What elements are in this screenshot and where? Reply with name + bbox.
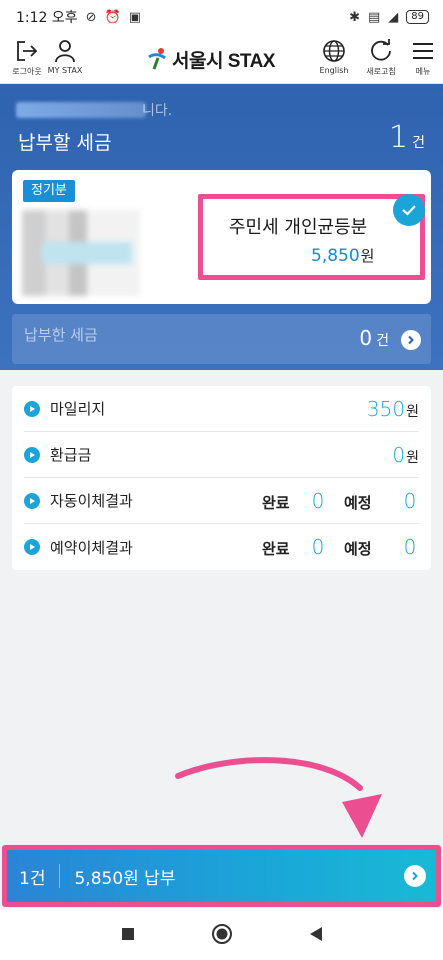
- autopay-sched-value: 0: [403, 488, 417, 513]
- reserved-transfer-row[interactable]: 예약이체결과 완료 0 예정 0: [24, 524, 419, 570]
- logout-icon: [17, 41, 38, 61]
- english-button[interactable]: English: [311, 38, 357, 82]
- nav-home-icon: [211, 924, 232, 944]
- paid-tax-count: 0 건: [359, 326, 389, 350]
- refresh-label: 새로고침: [366, 67, 396, 76]
- signal-icon: ◢: [388, 9, 399, 25]
- play-dot-icon: [24, 446, 40, 463]
- redacted-info-2: [42, 242, 132, 264]
- tax-amount-value: 5,850: [311, 246, 360, 266]
- refresh-icon: [371, 39, 391, 61]
- paid-tax-row[interactable]: 납부한 세금 0 건: [12, 314, 431, 364]
- globe-icon: [323, 40, 345, 62]
- pay-count-number: 1: [389, 120, 409, 155]
- greeting-text: 니다.: [18, 100, 178, 120]
- check-icon: [402, 205, 416, 216]
- tax-card[interactable]: 정기분 주민세 개인균등분 5,850 원: [12, 170, 431, 304]
- reserved-done-value: 0: [311, 535, 325, 559]
- nav-back-button[interactable]: [304, 922, 328, 946]
- play-dot-icon: [24, 539, 40, 555]
- app-header: 로그아웃 MY STAX 서울시 STAX English 새로고침 메뉴: [0, 34, 443, 84]
- seoul-stax-logo: 서울시 STAX: [146, 46, 275, 72]
- nav-home-button[interactable]: [210, 922, 234, 946]
- paid-count-unit: 건: [376, 333, 389, 349]
- status-left: 1:12 오후 ⊘ ⏰ ▣: [16, 7, 141, 27]
- tax-type-tag: 정기분: [23, 180, 75, 202]
- autopay-done: 완료 0: [262, 489, 324, 513]
- nav-recents-button[interactable]: [116, 922, 140, 946]
- mystax-label: MY STAX: [47, 66, 83, 75]
- pay-bar-count: 1건: [19, 868, 46, 889]
- tax-summary-section: 니다. 납부할 세금 1 건 정기분 주민세 개인균등분 5,850 원 납부한…: [0, 84, 443, 370]
- mileage-amount: 350: [366, 396, 406, 421]
- nfc-icon: ▤: [367, 9, 381, 25]
- dnd-icon: ⊘: [85, 9, 97, 25]
- pay-bar-label: 5,850원 납부: [74, 868, 176, 889]
- pay-tax-count: 1 건: [389, 120, 425, 155]
- status-right: ✱ ▤ ◢ 89: [349, 10, 429, 25]
- highlighted-tax-item: 주민세 개인균등분 5,850 원: [198, 194, 425, 280]
- reserved-done-label: 완료: [262, 540, 290, 558]
- tax-amount: 5,850 원: [311, 245, 374, 266]
- status-bar: 1:12 오후 ⊘ ⏰ ▣ ✱ ▤ ◢ 89: [0, 0, 443, 34]
- reserved-done: 완료 0: [262, 535, 324, 559]
- menu-button[interactable]: 메뉴: [400, 38, 443, 82]
- refund-label: 환급금: [50, 446, 92, 464]
- mileage-unit: 원: [406, 403, 419, 420]
- chevron-right-icon: [408, 335, 414, 345]
- nav-recents-icon: [121, 928, 134, 940]
- pay-bar-divider: [59, 864, 61, 888]
- refresh-button[interactable]: 새로고침: [358, 38, 404, 82]
- paid-chevron-right-icon[interactable]: [401, 330, 421, 350]
- reserved-scheduled: 예정 0: [344, 535, 416, 559]
- autopay-done-label: 완료: [262, 493, 290, 512]
- autopay-sched-label: 예정: [344, 493, 372, 512]
- mileage-value: 350 원: [367, 397, 419, 421]
- mileage-label: 마일리지: [50, 400, 106, 418]
- logo-text: 서울시 STAX: [172, 50, 275, 72]
- refund-unit: 원: [406, 449, 419, 466]
- android-nav-bar: [0, 908, 443, 960]
- notification-icon: ▣: [128, 9, 142, 25]
- autopay-done-value: 0: [311, 488, 325, 513]
- bluetooth-icon: ✱: [349, 9, 360, 25]
- mileage-row[interactable]: 마일리지 350 원: [24, 386, 419, 432]
- refund-amount: 0: [392, 442, 406, 467]
- select-checkbox[interactable]: [393, 194, 425, 226]
- alarm-icon: ⏰: [104, 9, 121, 25]
- refund-row[interactable]: 환급금 0 원: [24, 432, 419, 478]
- tax-name: 주민세 개인균등분: [229, 217, 368, 238]
- refund-value: 0 원: [392, 443, 419, 467]
- mystax-button[interactable]: MY STAX: [42, 38, 88, 82]
- pay-chevron-right-icon: [404, 865, 426, 887]
- play-dot-icon: [24, 492, 40, 509]
- nav-back-icon: [309, 927, 322, 941]
- status-time: 1:12 오후: [16, 10, 78, 26]
- tax-amount-unit: 원: [360, 247, 375, 265]
- pay-count-unit: 건: [412, 135, 425, 151]
- reserved-sched-label: 예정: [344, 540, 372, 558]
- pay-tax-title: 납부할 세금: [18, 132, 112, 154]
- english-label: English: [319, 66, 349, 75]
- logout-label: 로그아웃: [12, 67, 42, 76]
- play-dot-icon: [24, 400, 40, 417]
- reserved-sched-value: 0: [403, 535, 417, 559]
- paid-count-number: 0: [359, 326, 373, 350]
- pay-button[interactable]: 1건 5,850원 납부: [2, 845, 441, 907]
- user-icon: [55, 40, 75, 63]
- menu-label: 메뉴: [415, 67, 431, 76]
- reserved-label: 예약이체결과: [50, 538, 133, 557]
- autopay-row[interactable]: 자동이체결과 완료 0 예정 0: [24, 478, 419, 524]
- autopay-scheduled: 예정 0: [344, 489, 416, 513]
- seoul-logo-icon: [148, 48, 166, 70]
- account-info-list: 마일리지 350 원 환급금 0 원 자동이체결과 완료 0 예정 0 예약이체…: [12, 386, 431, 570]
- autopay-label: 자동이체결과: [50, 492, 133, 510]
- battery-indicator: 89: [406, 10, 429, 24]
- menu-icon: [413, 43, 433, 59]
- greeting-suffix: 니다.: [142, 103, 173, 119]
- annotation-arrow-icon: [175, 757, 382, 838]
- paid-tax-label: 납부한 세금: [24, 326, 98, 344]
